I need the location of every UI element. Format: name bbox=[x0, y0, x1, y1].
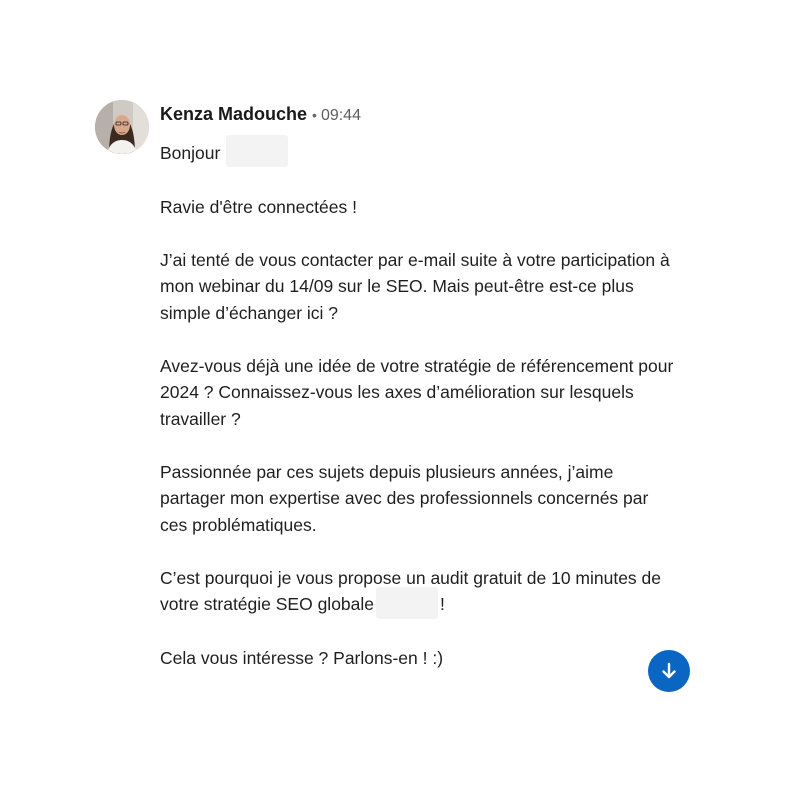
scroll-to-bottom-button[interactable] bbox=[648, 650, 690, 692]
arrow-down-icon bbox=[662, 662, 676, 679]
greeting-line: Bonjour bbox=[160, 135, 680, 168]
message-header: Kenza Madouche • 09:44 bbox=[160, 101, 361, 129]
greeting-text: Bonjour bbox=[160, 143, 221, 163]
closing-line: Cela vous intéresse ? Parlons-en ! :) bbox=[160, 648, 444, 669]
offer-end: ! bbox=[440, 594, 445, 615]
avatar-photo bbox=[95, 100, 149, 154]
timestamp: 09:44 bbox=[320, 107, 361, 124]
message-body: Bonjour Ravie d'être connectées ! J’ai t… bbox=[160, 135, 680, 698]
paragraph: Avez-vous déjà une idée de votre stratég… bbox=[160, 355, 674, 429]
redacted-company bbox=[376, 586, 439, 619]
redacted-name bbox=[226, 135, 289, 168]
paragraph: Ravie d'être connectées ! bbox=[160, 196, 357, 217]
separator-dot: • bbox=[312, 107, 317, 123]
avatar[interactable] bbox=[95, 100, 149, 154]
paragraph: Passionnée par ces sujets depuis plusieu… bbox=[160, 461, 649, 535]
paragraph: J’ai tenté de vous contacter par e-mail … bbox=[160, 249, 670, 323]
offer-paragraph: C’est pourquoi je vous propose un audit … bbox=[160, 565, 680, 619]
sender-name[interactable]: Kenza Madouche bbox=[160, 104, 307, 124]
